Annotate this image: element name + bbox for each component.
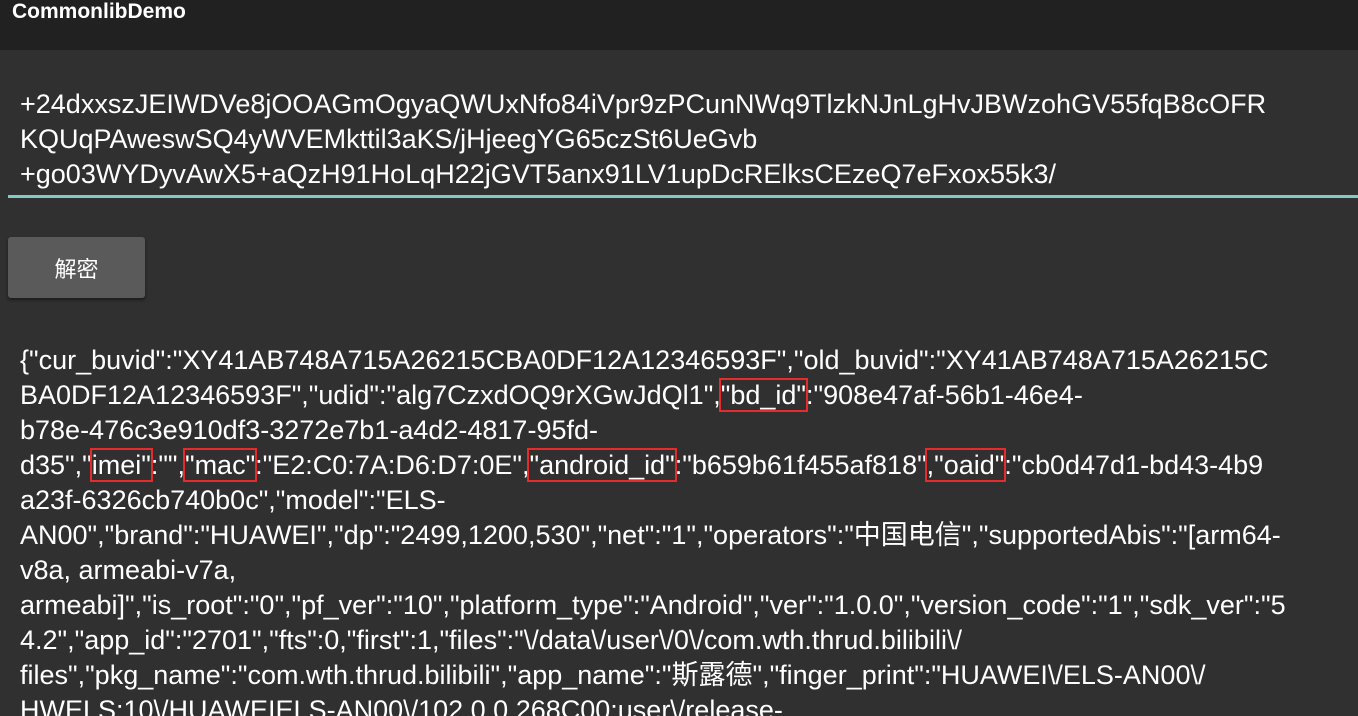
input-underline	[8, 195, 1358, 198]
result-segment: d35","	[20, 450, 92, 480]
ciphertext-text: +24dxxszJEIWDVe8jOOAGmOgyaQWUxNfo84iVpr9…	[20, 87, 1266, 192]
decrypt-button[interactable]: 解密	[8, 237, 145, 298]
ciphertext-input[interactable]: +24dxxszJEIWDVe8jOOAGmOgyaQWUxNfo84iVpr9…	[8, 50, 1358, 198]
result-line: a23f-6326cb740b0c","model":"ELS-	[20, 485, 446, 515]
result-segment: BA0DF12A12346593F","udid":"alg7CzxdOQ9rX…	[20, 380, 721, 410]
decrypted-result: {"cur_buvid":"XY41AB748A715A26215CBA0DF1…	[0, 320, 1358, 716]
result-line: armeabi]","is_root":"0","pf_ver":"10","p…	[20, 590, 1286, 620]
result-segment: :"E2:C0:7A:D6:D7:0E",	[255, 450, 530, 480]
result-line: HWELS:10\/HUAWEIELS-AN00\/102.0.0.268C00…	[20, 695, 783, 716]
app-title: CommonlibDemo	[12, 0, 186, 23]
highlight-oaid: ,"oaid"	[924, 448, 1007, 482]
result-segment: :"",	[150, 450, 185, 480]
result-line: 4.2","app_id":"2701","fts":0,"first":1,"…	[20, 625, 962, 655]
ciphertext-line: KQUqPAweswSQ4yWVEMkttil3aKS/jHjeegYG65cz…	[20, 124, 758, 154]
highlight-bd-id: "bd_id"	[718, 378, 809, 412]
result-line: v8a, armeabi-v7a,	[20, 555, 237, 585]
highlight-mac: "mac"	[182, 448, 258, 482]
result-segment: :"b659b61f455af818"	[674, 450, 927, 480]
app-bar: CommonlibDemo	[0, 0, 1358, 50]
result-line: b78e-476c3e910df3-3272e7b1-a4d2-4817-95f…	[20, 415, 598, 445]
ciphertext-line: +go03WYDyvAwX5+aQzH91HoLqH22jGVT5anx91LV…	[20, 159, 1057, 189]
result-line: {"cur_buvid":"XY41AB748A715A26215CBA0DF1…	[20, 345, 1269, 375]
result-text: {"cur_buvid":"XY41AB748A715A26215CBA0DF1…	[20, 343, 1286, 716]
result-line: files","pkg_name":"com.wth.thrud.bilibil…	[20, 660, 1206, 690]
result-line: AN00","brand":"HUAWEI","dp":"2499,1200,5…	[20, 520, 1281, 550]
result-segment: :"908e47af-56b1-46e4-	[806, 380, 1083, 410]
ciphertext-line: +24dxxszJEIWDVe8jOOAGmOgyaQWUxNfo84iVpr9…	[20, 89, 1267, 119]
result-segment: :"cb0d47d1-bd43-4b9	[1004, 450, 1264, 480]
highlight-imei: imei"	[89, 448, 153, 482]
highlight-android-id: "android_id"	[527, 448, 677, 482]
